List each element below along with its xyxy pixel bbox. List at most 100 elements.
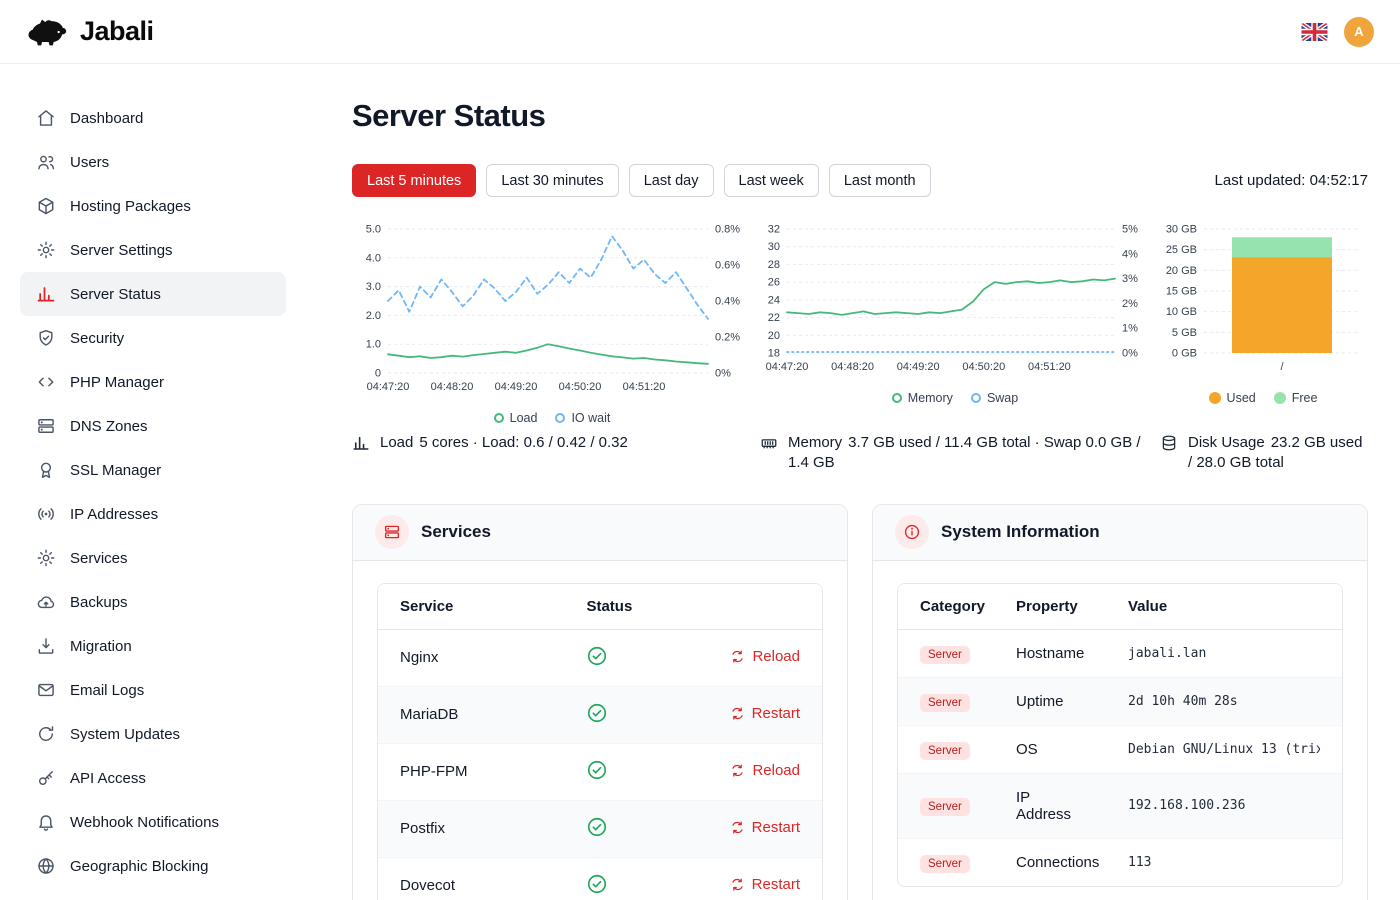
memory-legend: Memory Swap: [892, 391, 1018, 405]
stat-value: 5 cores · Load: 0.6 / 0.42 / 0.32: [419, 434, 627, 451]
chart-bars-icon: [36, 284, 56, 304]
svg-text:04:48:20: 04:48:20: [831, 361, 874, 373]
svg-text:04:47:20: 04:47:20: [766, 361, 809, 373]
avatar[interactable]: A: [1344, 17, 1374, 47]
sidebar-item-label: Server Status: [70, 286, 161, 303]
restart-button[interactable]: Restart: [730, 705, 800, 722]
stat-label: Disk Usage: [1188, 434, 1265, 451]
svg-text:04:47:20: 04:47:20: [367, 381, 410, 393]
stat-label: Memory: [788, 434, 842, 451]
stat-label: Load: [380, 434, 413, 451]
svg-text:1.0: 1.0: [366, 339, 381, 351]
sidebar-item-label: Services: [70, 550, 128, 567]
svg-text:0.8%: 0.8%: [715, 224, 740, 236]
sidebar-item-label: DNS Zones: [70, 418, 148, 435]
legend-item-swap: Swap: [971, 391, 1018, 405]
sidebar-item-system-updates[interactable]: System Updates: [20, 712, 286, 756]
sidebar-item-dashboard[interactable]: Dashboard: [20, 96, 286, 140]
svg-text:0.6%: 0.6%: [715, 260, 740, 272]
filter-last-30-minutes[interactable]: Last 30 minutes: [486, 164, 618, 197]
category-badge: Server: [920, 855, 970, 873]
sidebar-item-label: PHP Manager: [70, 374, 164, 391]
sidebar-item-security[interactable]: Security: [20, 316, 286, 360]
service-name: Postfix: [378, 800, 564, 857]
svg-text:04:50:20: 04:50:20: [559, 381, 602, 393]
restart-button[interactable]: Restart: [730, 876, 800, 893]
memory-icon: [760, 434, 778, 452]
legend-item-memory: Memory: [892, 391, 953, 405]
refresh-icon: [730, 763, 745, 778]
svg-text:0.4%: 0.4%: [715, 296, 740, 308]
sidebar-item-label: IP Addresses: [70, 506, 158, 523]
filter-last-month[interactable]: Last month: [829, 164, 931, 197]
sidebar-item-server-status[interactable]: Server Status: [20, 272, 286, 316]
column-header: Property: [994, 584, 1106, 630]
brand-name: Jabali: [80, 16, 154, 47]
svg-text:4.0: 4.0: [366, 252, 381, 264]
sidebar-item-server-settings[interactable]: Server Settings: [20, 228, 286, 272]
svg-text:04:49:20: 04:49:20: [897, 361, 940, 373]
sidebar-item-php-manager[interactable]: PHP Manager: [20, 360, 286, 404]
refresh-icon: [36, 724, 56, 744]
service-name: Dovecot: [378, 857, 564, 900]
sidebar-item-webhook-notifications[interactable]: Webhook Notifications: [20, 800, 286, 844]
table-row: ServerUptime2d 10h 40m 28s: [898, 677, 1342, 725]
svg-text:04:48:20: 04:48:20: [431, 381, 474, 393]
sidebar-item-email-logs[interactable]: Email Logs: [20, 668, 286, 712]
page-title: Server Status: [352, 98, 1368, 134]
category-badge: Server: [920, 798, 970, 816]
load-legend: LoadIO wait: [494, 411, 611, 425]
sidebar-item-api-access[interactable]: API Access: [20, 756, 286, 800]
sidebar-item-geographic-blocking[interactable]: Geographic Blocking: [20, 844, 286, 888]
sidebar-item-backups[interactable]: Backups: [20, 580, 286, 624]
restart-button[interactable]: Restart: [730, 819, 800, 836]
mail-icon: [36, 680, 56, 700]
property-value: jabali.lan: [1128, 646, 1320, 661]
sidebar-item-migration[interactable]: Migration: [20, 624, 286, 668]
system-card-title: System Information: [941, 522, 1100, 542]
svg-text:04:50:20: 04:50:20: [962, 361, 1005, 373]
app-header: Jabali A: [0, 0, 1400, 64]
svg-text:0 GB: 0 GB: [1172, 348, 1197, 360]
sidebar-item-users[interactable]: Users: [20, 140, 286, 184]
reload-button[interactable]: Reload: [730, 648, 800, 665]
sidebar-item-services[interactable]: Services: [20, 536, 286, 580]
package-icon: [36, 196, 56, 216]
svg-text:04:51:20: 04:51:20: [623, 381, 666, 393]
sidebar-item-dns-zones[interactable]: DNS Zones: [20, 404, 286, 448]
svg-text:28: 28: [768, 259, 780, 271]
shield-icon: [36, 328, 56, 348]
brand: Jabali: [22, 15, 154, 49]
filter-last-day[interactable]: Last day: [629, 164, 714, 197]
broadcast-icon: [36, 504, 56, 524]
svg-text:3.0: 3.0: [366, 281, 381, 293]
column-header: Category: [898, 584, 994, 630]
svg-text:4%: 4%: [1122, 248, 1138, 260]
table-row: MariaDBRestart: [378, 686, 822, 743]
svg-text:0%: 0%: [1122, 348, 1138, 360]
disk-legend: UsedFree: [1209, 391, 1318, 405]
filter-last-5-minutes[interactable]: Last 5 minutes: [352, 164, 476, 197]
svg-text:0: 0: [375, 368, 381, 380]
sidebar-item-ssl-manager[interactable]: SSL Manager: [20, 448, 286, 492]
service-name: PHP-FPM: [378, 743, 564, 800]
disk-icon: [1160, 434, 1178, 452]
property-name: Connections: [994, 838, 1106, 886]
refresh-icon: [730, 706, 745, 721]
users-icon: [36, 152, 56, 172]
filter-last-week[interactable]: Last week: [724, 164, 819, 197]
status-ok-icon: [586, 873, 608, 895]
globe-icon: [36, 856, 56, 876]
sidebar-item-ip-addresses[interactable]: IP Addresses: [20, 492, 286, 536]
property-value: 2d 10h 40m 28s: [1128, 694, 1320, 709]
sidebar-item-label: API Access: [70, 770, 146, 787]
sidebar-item-hosting-packages[interactable]: Hosting Packages: [20, 184, 286, 228]
disk-chart-svg: 30 GB25 GB20 GB15 GB10 GB5 GB0 GB/: [1158, 221, 1368, 387]
time-filter-group: Last 5 minutes Last 30 minutes Last day Las…: [352, 164, 931, 197]
sidebar-item-label: System Updates: [70, 726, 180, 743]
svg-text:26: 26: [768, 277, 780, 289]
reload-button[interactable]: Reload: [730, 762, 800, 779]
language-flag[interactable]: [1301, 23, 1328, 41]
property-value: Debian GNU/Linux 13 (trixie): [1128, 742, 1320, 757]
stat-memory: Memory3.7 GB used / 11.4 GB total · Swap…: [760, 433, 1156, 474]
